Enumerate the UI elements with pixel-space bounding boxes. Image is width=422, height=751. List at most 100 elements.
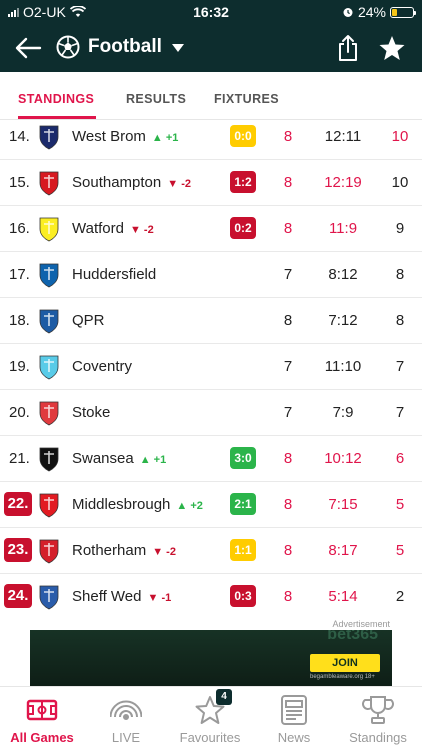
team-crest-icon bbox=[39, 539, 59, 564]
back-arrow-icon[interactable] bbox=[14, 36, 42, 60]
team-name-cell: Watford ▼ -2 bbox=[72, 220, 154, 237]
alarm-icon bbox=[343, 8, 353, 17]
trophy-icon bbox=[362, 696, 394, 724]
advertisement-banner[interactable]: bet365 JOIN begambleaware.org 18+ bbox=[30, 630, 392, 686]
rank-change: +2 bbox=[190, 500, 203, 512]
team-name: Middlesbrough bbox=[72, 496, 171, 513]
team-name: Southampton bbox=[72, 174, 162, 191]
nav-news[interactable]: News bbox=[252, 687, 336, 751]
rank-change-up-icon: ▲ +1 bbox=[151, 132, 179, 144]
ad-brand: bet365 bbox=[327, 630, 378, 643]
live-score-badge[interactable]: 1:1 bbox=[230, 539, 256, 561]
table-row[interactable]: 22. Middlesbrough ▲ +2 2:1 8 7:15 5 bbox=[0, 482, 422, 528]
table-row[interactable]: 14. West Brom ▲ +1 0:0 8 12:11 10 bbox=[0, 120, 422, 160]
standings-table[interactable]: 14. West Brom ▲ +1 0:0 8 12:11 10 15. Southampto… bbox=[0, 120, 422, 618]
tab-results[interactable]: RESULTS bbox=[126, 92, 186, 106]
goals-cell: 5:14 bbox=[328, 588, 358, 605]
table-row[interactable]: 15. Southampton ▼ -2 1:2 8 12:19 10 bbox=[0, 160, 422, 206]
team-name: Sheff Wed bbox=[72, 588, 142, 605]
table-row[interactable]: 19. Coventry 7 11:10 7 bbox=[0, 344, 422, 390]
live-score-badge[interactable]: 0:2 bbox=[230, 217, 256, 239]
team-name: Watford bbox=[72, 220, 124, 237]
played-cell: 8 bbox=[283, 128, 293, 145]
team-crest-icon bbox=[39, 171, 59, 196]
team-name: Swansea bbox=[72, 450, 134, 467]
played-cell: 8 bbox=[283, 312, 293, 329]
team-name-cell: Rotherham ▼ -2 bbox=[72, 542, 176, 559]
team-crest-icon bbox=[39, 125, 59, 150]
sport-title[interactable]: Football bbox=[88, 36, 162, 58]
share-icon[interactable] bbox=[336, 34, 360, 62]
nav-all-games[interactable]: All Games bbox=[0, 687, 84, 751]
goals-cell: 7:15 bbox=[328, 496, 358, 513]
goals-cell: 7:12 bbox=[328, 312, 358, 329]
nav-label: Standings bbox=[349, 730, 407, 745]
team-name-cell: QPR bbox=[72, 312, 105, 329]
table-row[interactable]: 16. Watford ▼ -2 0:2 8 11:9 9 bbox=[0, 206, 422, 252]
points-cell: 7 bbox=[395, 404, 405, 421]
team-name: QPR bbox=[72, 312, 105, 329]
status-bar: O2-UK 16:32 24% bbox=[0, 0, 422, 24]
team-crest-icon bbox=[39, 493, 59, 518]
points-cell: 5 bbox=[395, 542, 405, 559]
rank-change-up-icon: ▲ +2 bbox=[176, 500, 203, 512]
team-name-cell: Southampton ▼ -2 bbox=[72, 174, 191, 191]
played-cell: 8 bbox=[283, 588, 293, 605]
played-cell: 7 bbox=[283, 358, 293, 375]
nav-favourites[interactable]: 4 Favourites bbox=[168, 687, 252, 751]
table-row[interactable]: 18. QPR 8 7:12 8 bbox=[0, 298, 422, 344]
rank-change: -1 bbox=[161, 592, 172, 604]
goals-cell: 12:11 bbox=[324, 128, 362, 145]
tab-standings[interactable]: STANDINGS bbox=[18, 92, 94, 106]
points-cell: 10 bbox=[391, 128, 409, 145]
played-cell: 7 bbox=[283, 266, 293, 283]
favourite-star-icon[interactable] bbox=[378, 34, 406, 62]
position: 24. bbox=[4, 584, 32, 608]
rank-change: -2 bbox=[181, 178, 191, 190]
team-name: Coventry bbox=[72, 358, 133, 375]
position: 18. bbox=[9, 312, 30, 329]
position: 20. bbox=[9, 404, 30, 421]
tab-fixtures[interactable]: FIXTURES bbox=[214, 92, 279, 106]
table-row[interactable]: 20. Stoke 7 7:9 7 bbox=[0, 390, 422, 436]
live-score-badge[interactable]: 1:2 bbox=[230, 171, 256, 193]
ad-fine-print: begambleaware.org 18+ bbox=[310, 674, 375, 680]
table-row[interactable]: 23. Rotherham ▼ -2 1:1 8 8:17 5 bbox=[0, 528, 422, 574]
live-score-badge[interactable]: 0:0 bbox=[230, 125, 256, 147]
ad-join-button[interactable]: JOIN bbox=[310, 654, 380, 672]
live-score-badge[interactable]: 3:0 bbox=[230, 447, 256, 469]
points-cell: 2 bbox=[395, 588, 405, 605]
rank-change-down-icon: ▼ -2 bbox=[152, 546, 176, 558]
battery-percent: 24% bbox=[357, 4, 386, 20]
live-score-badge[interactable]: 0:3 bbox=[230, 585, 256, 607]
live-broadcast-icon bbox=[110, 700, 142, 720]
battery-icon bbox=[390, 6, 416, 18]
rank-change: +1 bbox=[153, 454, 167, 466]
rank-change-up-icon: ▲ +1 bbox=[139, 454, 167, 466]
favourites-count-badge: 4 bbox=[216, 689, 232, 705]
played-cell: 8 bbox=[283, 220, 293, 237]
position: 17. bbox=[9, 266, 30, 283]
team-crest-icon bbox=[39, 401, 59, 426]
table-row[interactable]: 24. Sheff Wed ▼ -1 0:3 8 5:14 2 bbox=[0, 574, 422, 618]
app-bar: Football bbox=[0, 24, 422, 72]
goals-cell: 11:9 bbox=[328, 220, 358, 237]
nav-label: Favourites bbox=[179, 730, 241, 745]
live-score-badge[interactable]: 2:1 bbox=[230, 493, 256, 515]
team-crest-icon bbox=[39, 217, 59, 242]
rank-change-down-icon: ▼ -1 bbox=[147, 592, 172, 604]
pitch-icon bbox=[26, 699, 58, 721]
nav-live[interactable]: LIVE bbox=[84, 687, 168, 751]
table-row[interactable]: 21. Swansea ▲ +1 3:0 8 10:12 6 bbox=[0, 436, 422, 482]
nav-standings[interactable]: Standings bbox=[336, 687, 420, 751]
team-name-cell: Stoke bbox=[72, 404, 110, 421]
sport-dropdown-caret-icon[interactable] bbox=[172, 44, 184, 52]
goals-cell: 7:9 bbox=[332, 404, 354, 421]
advertisement-label: Advertisement bbox=[332, 619, 390, 629]
team-crest-icon bbox=[39, 585, 59, 610]
nav-label: LIVE bbox=[111, 730, 141, 745]
newspaper-icon bbox=[281, 695, 307, 725]
team-name: Huddersfield bbox=[72, 266, 157, 283]
table-row[interactable]: 17. Huddersfield 7 8:12 8 bbox=[0, 252, 422, 298]
points-cell: 8 bbox=[395, 312, 405, 329]
